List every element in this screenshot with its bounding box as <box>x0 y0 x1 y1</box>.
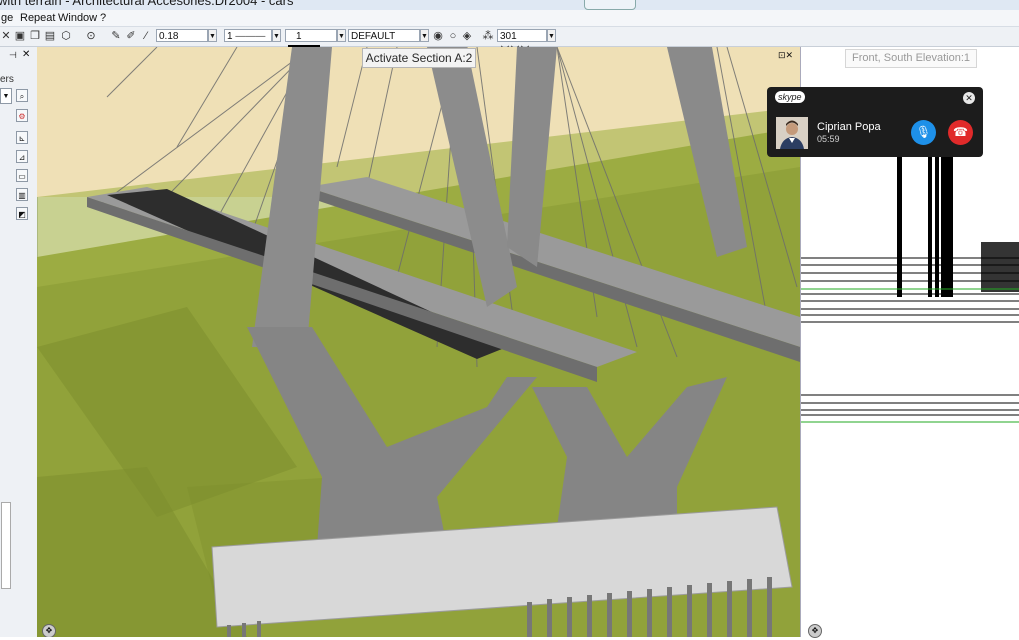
menu-item-page[interactable]: ge <box>1 12 13 24</box>
color-field[interactable]: 1 <box>285 29 337 54</box>
linestyle-field[interactable]: 1 ——— <box>224 29 272 42</box>
call-duration: 05:59 <box>817 134 840 144</box>
lineweight-dropdown[interactable]: ▼ <box>208 29 217 42</box>
pick-icon[interactable]: ✎ <box>110 30 122 42</box>
cube-icon[interactable]: ⬡ <box>60 30 72 42</box>
panel-close-icon[interactable]: ✕ <box>22 49 30 60</box>
tool-icon-4[interactable]: ▭ <box>16 169 28 182</box>
tool-icon-2[interactable]: ⊾ <box>16 131 28 144</box>
bridge-render <box>37 47 800 637</box>
microphone-icon[interactable]: 🎙 <box>911 120 936 145</box>
tool-icon-5[interactable]: ▥ <box>16 188 28 201</box>
bulb-icon[interactable]: ○ <box>447 30 459 42</box>
caller-name: Ciprian Popa <box>817 121 881 133</box>
pin-icon[interactable]: ⊣ <box>9 50 17 61</box>
panel-scrollbar[interactable] <box>1 502 11 589</box>
linestyle-dropdown[interactable]: ▼ <box>272 29 281 42</box>
color-dropdown[interactable]: ▼ <box>337 29 346 42</box>
3d-viewport[interactable]: ✥ ⊡✕ <box>37 47 800 637</box>
panel-dropdown[interactable]: ▼ <box>0 88 12 104</box>
copy-icon[interactable]: ❐ <box>29 30 41 42</box>
layers-icon[interactable]: ▤ <box>44 30 56 42</box>
menu-item-help[interactable]: ? <box>100 12 106 24</box>
view-close-icon[interactable]: ⊡✕ <box>778 50 793 61</box>
brush-icon[interactable]: ⁄ <box>140 30 152 42</box>
pattern-field[interactable]: 301 ⋈⋈⋈ <box>497 29 547 55</box>
avatar <box>776 117 808 149</box>
window-icon[interactable]: ▣ <box>14 30 26 42</box>
lock-icon[interactable]: ◈ <box>461 30 473 42</box>
pattern-dropdown[interactable]: ▼ <box>547 29 556 42</box>
layer-eye-icon[interactable]: ◉ <box>432 30 444 42</box>
window-controls[interactable] <box>584 0 636 10</box>
menu-bar: ge Repeat Window ? <box>0 10 1019 27</box>
tool-icon-6[interactable]: ◩ <box>16 207 28 220</box>
view-control-icon[interactable]: ✥ <box>42 624 56 637</box>
window-title: with terrain - Architectural Accesories.… <box>0 0 294 8</box>
layer-dropdown[interactable]: ▼ <box>420 29 429 42</box>
panel-label: ers <box>0 74 14 85</box>
left-panel: ⊣ ✕ ers ▼ ⌕ ⚙ ⊾ ⊿ ▭ ▥ ◩ <box>0 47 38 637</box>
title-bar: with terrain - Architectural Accesories.… <box>0 0 1019 10</box>
end-call-icon[interactable]: ☎ <box>948 120 973 145</box>
elevation-view-control-icon[interactable]: ✥ <box>808 624 822 638</box>
menu-item-window[interactable]: Window <box>58 12 97 24</box>
close-icon[interactable]: ✕ <box>963 92 975 104</box>
lineweight-field[interactable]: 0.18 ——— <box>156 29 208 55</box>
skype-logo: skype <box>775 91 805 103</box>
skype-call-window[interactable]: skype ✕ Ciprian Popa 05:59 🎙 ☎ <box>767 87 983 157</box>
menu-item-repeat[interactable]: Repeat <box>20 12 55 24</box>
toolbar: ✕ ▣ ❐ ▤ ⬡ ⊙ ✎ ✐ ⁄ 0.18 ——— ▼ 1 ——— ▼ 1 ▼… <box>0 27 1019 55</box>
search-icon[interactable]: ⌕ <box>16 89 28 102</box>
close-icon[interactable]: ✕ <box>0 30 12 42</box>
tool-icon-1[interactable]: ⚙ <box>16 109 28 122</box>
elevation-view-title: Front, South Elevation:1 <box>845 49 977 68</box>
zoom-icon[interactable]: ⊙ <box>85 30 97 42</box>
layer-field[interactable]: DEFAULT <box>348 29 420 42</box>
pencil-icon[interactable]: ✐ <box>125 30 137 42</box>
tool-icon-3[interactable]: ⊿ <box>16 150 28 163</box>
activate-section-tooltip: Activate Section A:2 <box>362 48 476 68</box>
pattern-icon[interactable]: ⁂ <box>482 30 494 42</box>
